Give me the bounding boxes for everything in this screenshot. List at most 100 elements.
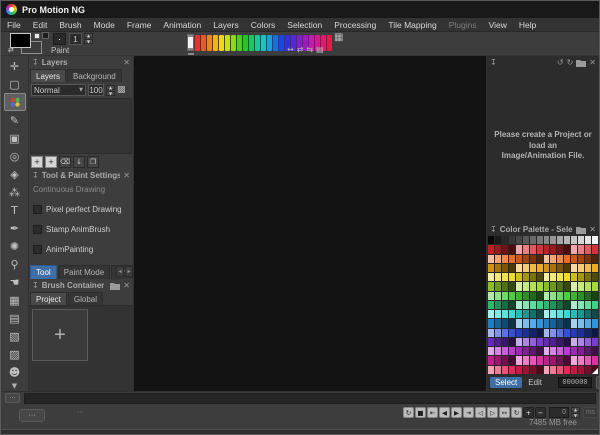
palette-color-grayscale-14[interactable] [585, 236, 591, 244]
palette-color-pink-red-0[interactable] [488, 366, 494, 374]
palette-color-azure-3[interactable] [509, 319, 515, 327]
layers-list[interactable] [30, 98, 132, 154]
tile-mapping-tool[interactable]: ▨ [4, 345, 26, 363]
delete-frame-button[interactable]: − [535, 407, 546, 418]
palette-color-red-5[interactable] [523, 245, 529, 253]
palette-color-orange-5[interactable] [523, 255, 529, 263]
palette-color-red-14[interactable] [585, 245, 591, 253]
palette-color-yellow-green-14[interactable] [585, 282, 591, 290]
palette-color-pink-red-11[interactable] [564, 366, 570, 374]
frame-delay-input[interactable] [549, 407, 569, 418]
image-tool[interactable]: ▤ [4, 309, 26, 327]
palette-color-red-9[interactable] [550, 245, 556, 253]
palette-color-blue-11[interactable] [564, 329, 570, 337]
palette-color-green-3[interactable] [509, 292, 515, 300]
palette-color-blue-12[interactable] [571, 329, 577, 337]
checkbox-pixel-perfect-drawing[interactable] [33, 205, 42, 214]
palette-color-blue-9[interactable] [550, 329, 556, 337]
menu-animation[interactable]: Animation [157, 18, 207, 31]
palette-color-amber-2[interactable] [502, 264, 508, 272]
palette-color-azure-9[interactable] [550, 319, 556, 327]
palette-color-grayscale-9[interactable] [550, 236, 556, 244]
palette-color-green-6[interactable] [530, 292, 536, 300]
palette-color-pink-red-2[interactable] [502, 366, 508, 374]
palette-color-cyan-1[interactable] [495, 310, 501, 318]
palette-color-pink-red-4[interactable] [516, 366, 522, 374]
mini-color-swatch-1[interactable] [34, 33, 40, 39]
palette-color-purple-3[interactable] [509, 347, 515, 355]
palette-color-green-8[interactable] [544, 292, 550, 300]
palette-color-violet-0[interactable] [488, 338, 494, 346]
palette-color-spring-green-11[interactable] [564, 301, 570, 309]
pin-icon[interactable]: ↧ [32, 58, 39, 67]
palette-color-yellow-2[interactable] [502, 273, 508, 281]
palette-color-cyan-9[interactable] [550, 310, 556, 318]
zoom-tool[interactable]: ⚲ [4, 255, 26, 273]
palette-color-cyan-6[interactable] [530, 310, 536, 318]
palette-color-red-3[interactable] [509, 245, 515, 253]
palette-color-blue-15[interactable] [592, 329, 598, 337]
play-reverse-button[interactable]: ◁ [475, 407, 486, 418]
close-icon[interactable]: ✕ [123, 171, 130, 180]
spectrum-color-12[interactable] [267, 35, 272, 51]
step-up-icon[interactable]: ▲ [106, 85, 115, 90]
timeline-strip[interactable] [24, 393, 596, 404]
palette-color-violet-11[interactable] [564, 338, 570, 346]
rectangle-tool[interactable]: ▣ [4, 129, 26, 147]
palette-color-yellow-green-6[interactable] [530, 282, 536, 290]
palette-color-purple-2[interactable] [502, 347, 508, 355]
next-frame-button[interactable]: ▶ [451, 407, 462, 418]
palette-color-grayscale-2[interactable] [502, 236, 508, 244]
first-frame-button[interactable]: ⇤ [427, 407, 438, 418]
palette-color-green-4[interactable] [516, 292, 522, 300]
palette-color-yellow-green-8[interactable] [544, 282, 550, 290]
menu-selection[interactable]: Selection [281, 18, 328, 31]
palette-grid-icon[interactable]: ▦ [334, 32, 343, 43]
pencil-tool[interactable]: ✎ [4, 111, 26, 129]
palette-color-yellow-9[interactable] [550, 273, 556, 281]
palette-color-grayscale-3[interactable] [509, 236, 515, 244]
palette-color-purple-4[interactable] [516, 347, 522, 355]
tab-layers[interactable]: Layers [30, 69, 66, 82]
palette-color-spring-green-14[interactable] [585, 301, 591, 309]
palette-color-violet-9[interactable] [550, 338, 556, 346]
fill-tool[interactable]: ◈ [4, 165, 26, 183]
palette-color-yellow-0[interactable] [488, 273, 494, 281]
palette-color-magenta-1[interactable] [495, 356, 501, 364]
scroll-left-icon[interactable]: ◂ [116, 266, 124, 277]
spectrum-color-22[interactable] [327, 35, 332, 51]
palette-color-azure-8[interactable] [544, 319, 550, 327]
redo-icon[interactable]: ↻ [567, 58, 574, 67]
text-tool[interactable]: T [4, 201, 26, 219]
palette-color-yellow-green-1[interactable] [495, 282, 501, 290]
palette-color-azure-1[interactable] [495, 319, 501, 327]
palette-color-grayscale-15[interactable] [592, 236, 598, 244]
palette-color-violet-5[interactable] [523, 338, 529, 346]
palette-color-azure-6[interactable] [530, 319, 536, 327]
palette-color-grayscale-11[interactable] [564, 236, 570, 244]
palette-hex-input[interactable] [558, 377, 592, 388]
palette-color-yellow-15[interactable] [592, 273, 598, 281]
play-once-button[interactable]: ↻ [403, 407, 414, 418]
pattern-icon[interactable]: ▩ [117, 85, 126, 95]
tab-paint-mode[interactable]: Paint Mode [58, 265, 110, 279]
palette-color-blue-7[interactable] [537, 329, 543, 337]
palette-color-blue-13[interactable] [578, 329, 584, 337]
folder-icon[interactable] [110, 282, 120, 290]
palette-color-green-10[interactable] [557, 292, 563, 300]
palette-color-spring-green-10[interactable] [557, 301, 563, 309]
palette-color-green-11[interactable] [564, 292, 570, 300]
palette-color-amber-14[interactable] [585, 264, 591, 272]
exchange-colors-icon[interactable]: ⇆ [306, 45, 313, 54]
palette-color-azure-10[interactable] [557, 319, 563, 327]
palette-color-spring-green-5[interactable] [523, 301, 529, 309]
palette-color-purple-1[interactable] [495, 347, 501, 355]
palette-color-cyan-14[interactable] [585, 310, 591, 318]
palette-color-cyan-13[interactable] [578, 310, 584, 318]
menu-brush[interactable]: Brush [53, 18, 87, 31]
palette-color-amber-1[interactable] [495, 264, 501, 272]
palette-color-purple-11[interactable] [564, 347, 570, 355]
palette-color-grayscale-5[interactable] [523, 236, 529, 244]
palette-color-magenta-10[interactable] [557, 356, 563, 364]
palette-color-purple-12[interactable] [571, 347, 577, 355]
